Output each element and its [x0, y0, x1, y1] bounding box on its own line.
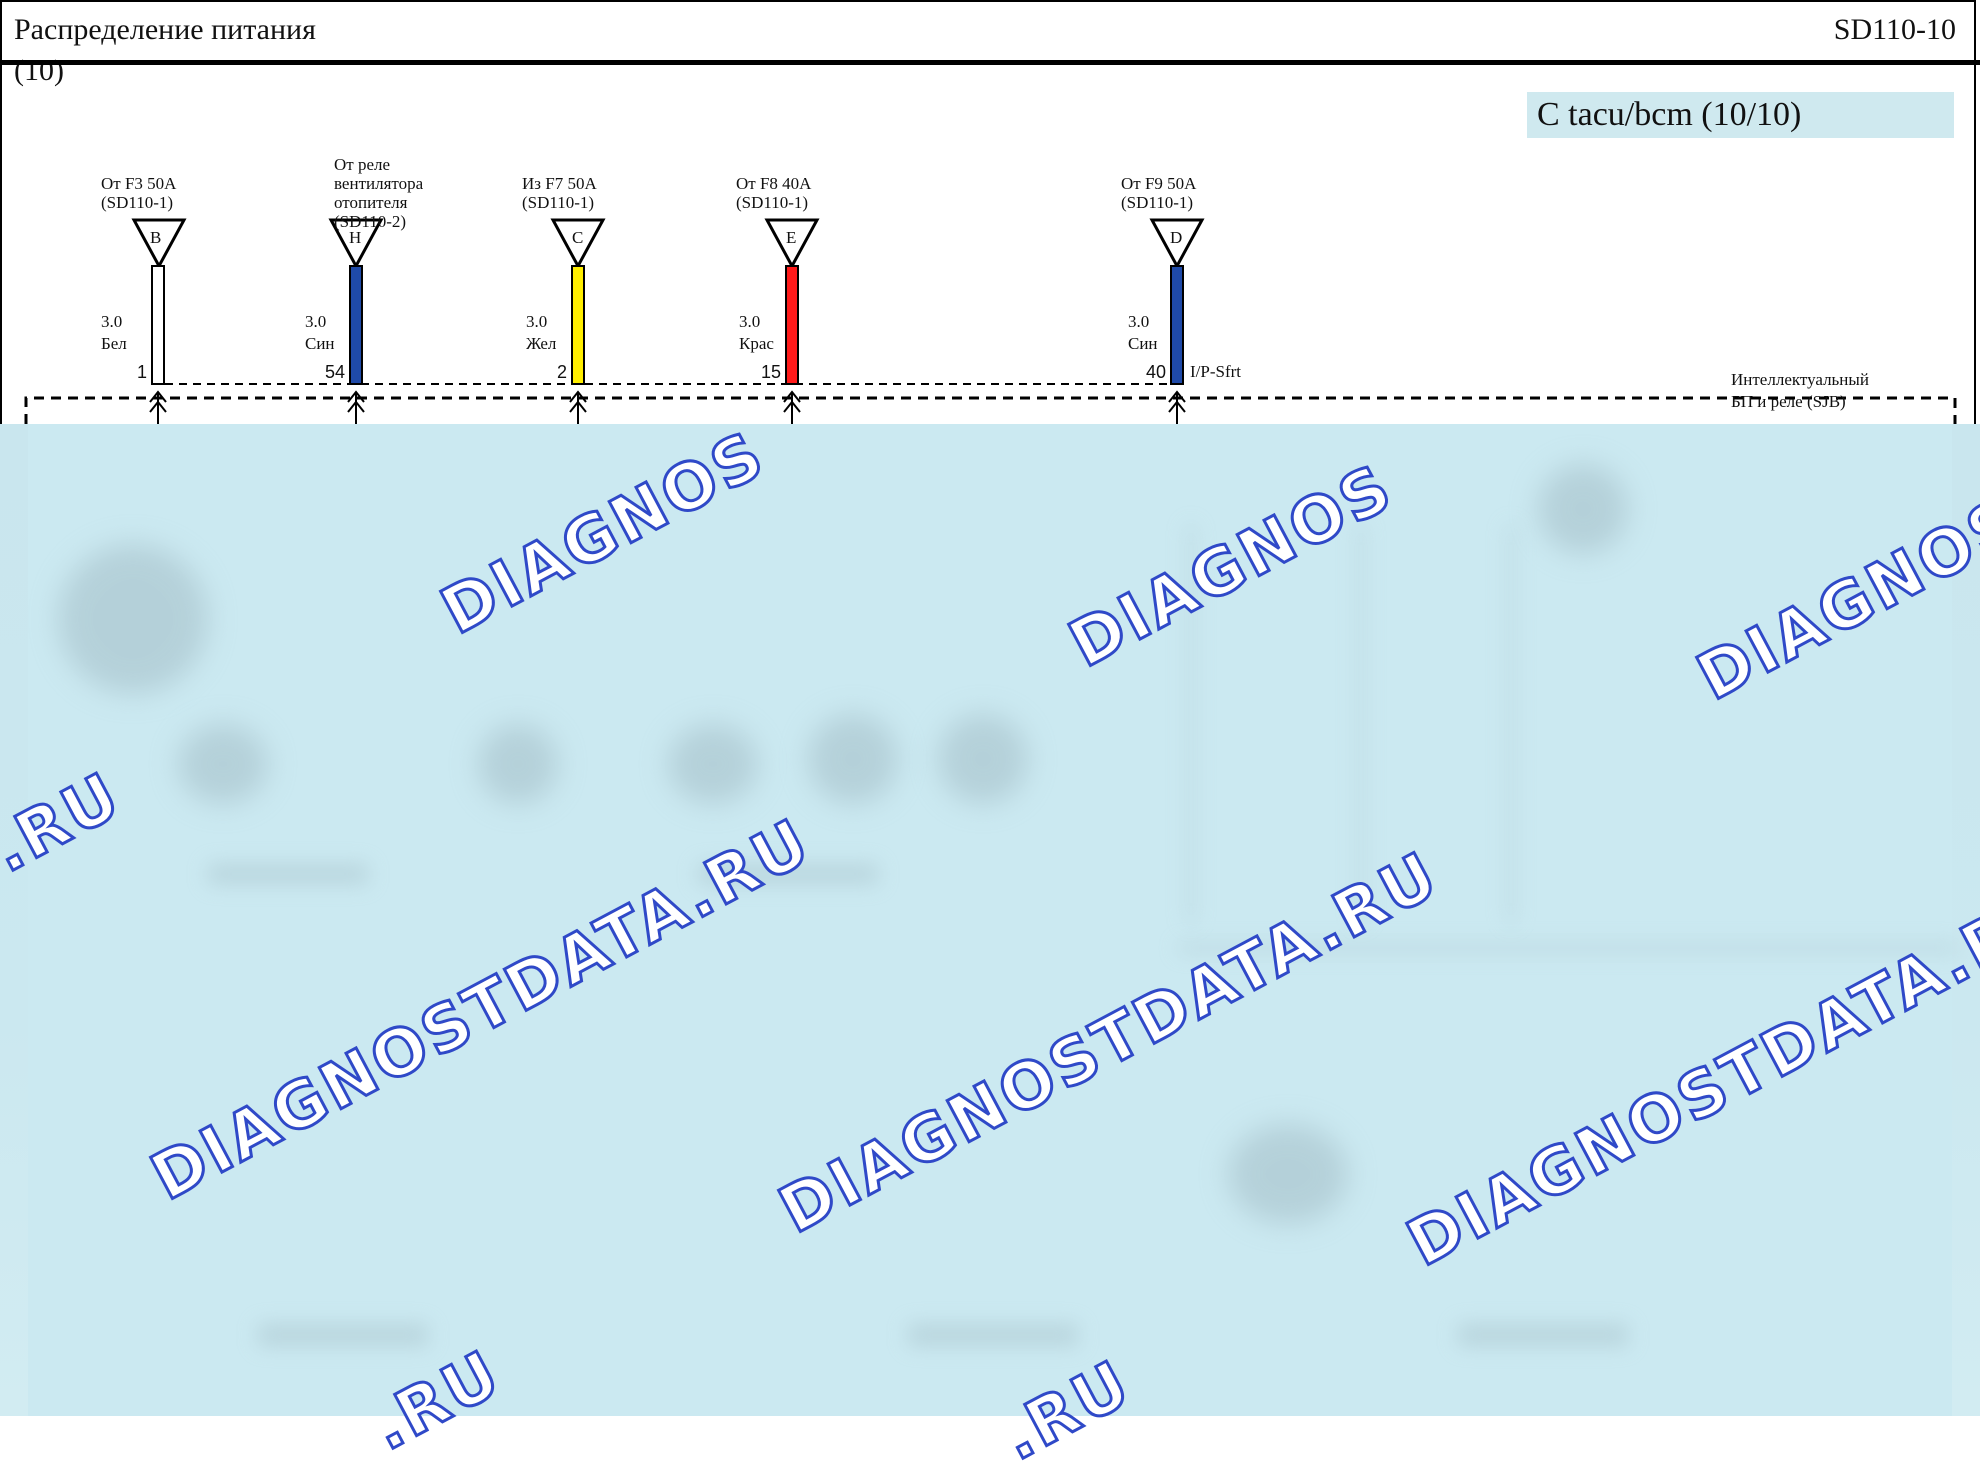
blurred-blob — [478, 724, 558, 804]
wire-gauge-e: 3.0 — [739, 312, 761, 331]
pin-number-d: 40 — [1145, 362, 1166, 382]
connector-b — [131, 218, 187, 424]
wire-color-e: Крас — [739, 334, 774, 353]
blurred-blob — [178, 724, 268, 804]
connector-c — [550, 218, 606, 424]
sjb-outline — [24, 396, 1957, 424]
sjb-label: Интеллектуальный БП и реле (SJB) — [1731, 370, 1869, 411]
blurred-bar — [1458, 1324, 1628, 1346]
blurred-blob — [668, 724, 758, 804]
wire-color-b: Бел — [101, 334, 127, 353]
blurred-bar — [208, 864, 368, 884]
connector-letter-b: B — [150, 228, 162, 247]
blurred-bar — [258, 1324, 428, 1346]
connector-letter-c: C — [572, 228, 584, 247]
blurred-bar — [1358, 524, 1364, 924]
blurred-blob — [1228, 1124, 1348, 1224]
blurred-blob — [58, 544, 208, 694]
source-label-c: Из F7 50A (SD110-1) — [522, 174, 597, 212]
pin-number-c: 2 — [556, 362, 567, 382]
connector-letter-d: D — [1170, 228, 1183, 247]
wire-gauge-c: 3.0 — [526, 312, 548, 331]
source-label-e: От F8 40A (SD110-1) — [736, 174, 812, 212]
source-label-h: От реле вентилятора отопителя (SD110-2) — [334, 155, 424, 231]
connector-d — [1149, 218, 1205, 424]
ip-sfrt-label: I/P-Sfrt — [1190, 362, 1241, 381]
wire-color-d: Син — [1128, 334, 1158, 353]
pin-number-b: 1 — [136, 362, 147, 382]
source-label-b: От F3 50A (SD110-1) — [101, 174, 177, 212]
wire-gauge-d: 3.0 — [1128, 312, 1150, 331]
blurred-blob — [808, 714, 898, 804]
blurred-panel — [28, 424, 1958, 1416]
connector-letter-e: E — [786, 228, 797, 247]
blurred-bar — [1508, 524, 1514, 924]
connector-h — [328, 218, 384, 424]
blurred-bar — [908, 1324, 1078, 1346]
wire-color-c: Жел — [526, 334, 557, 353]
source-label-d: От F9 50A (SD110-1) — [1121, 174, 1197, 212]
blurred-diagram-area — [0, 424, 1980, 1416]
pin-number-h: 54 — [324, 362, 345, 382]
pin-number-e: 15 — [760, 362, 781, 382]
connector-e — [764, 218, 820, 424]
wire-gauge-b: 3.0 — [101, 312, 123, 331]
blurred-blob — [1538, 464, 1628, 554]
wire-color-h: Син — [305, 334, 335, 353]
blurred-blob — [938, 714, 1028, 804]
wiring-diagram — [24, 218, 1957, 424]
wire-gauge-h: 3.0 — [305, 312, 327, 331]
